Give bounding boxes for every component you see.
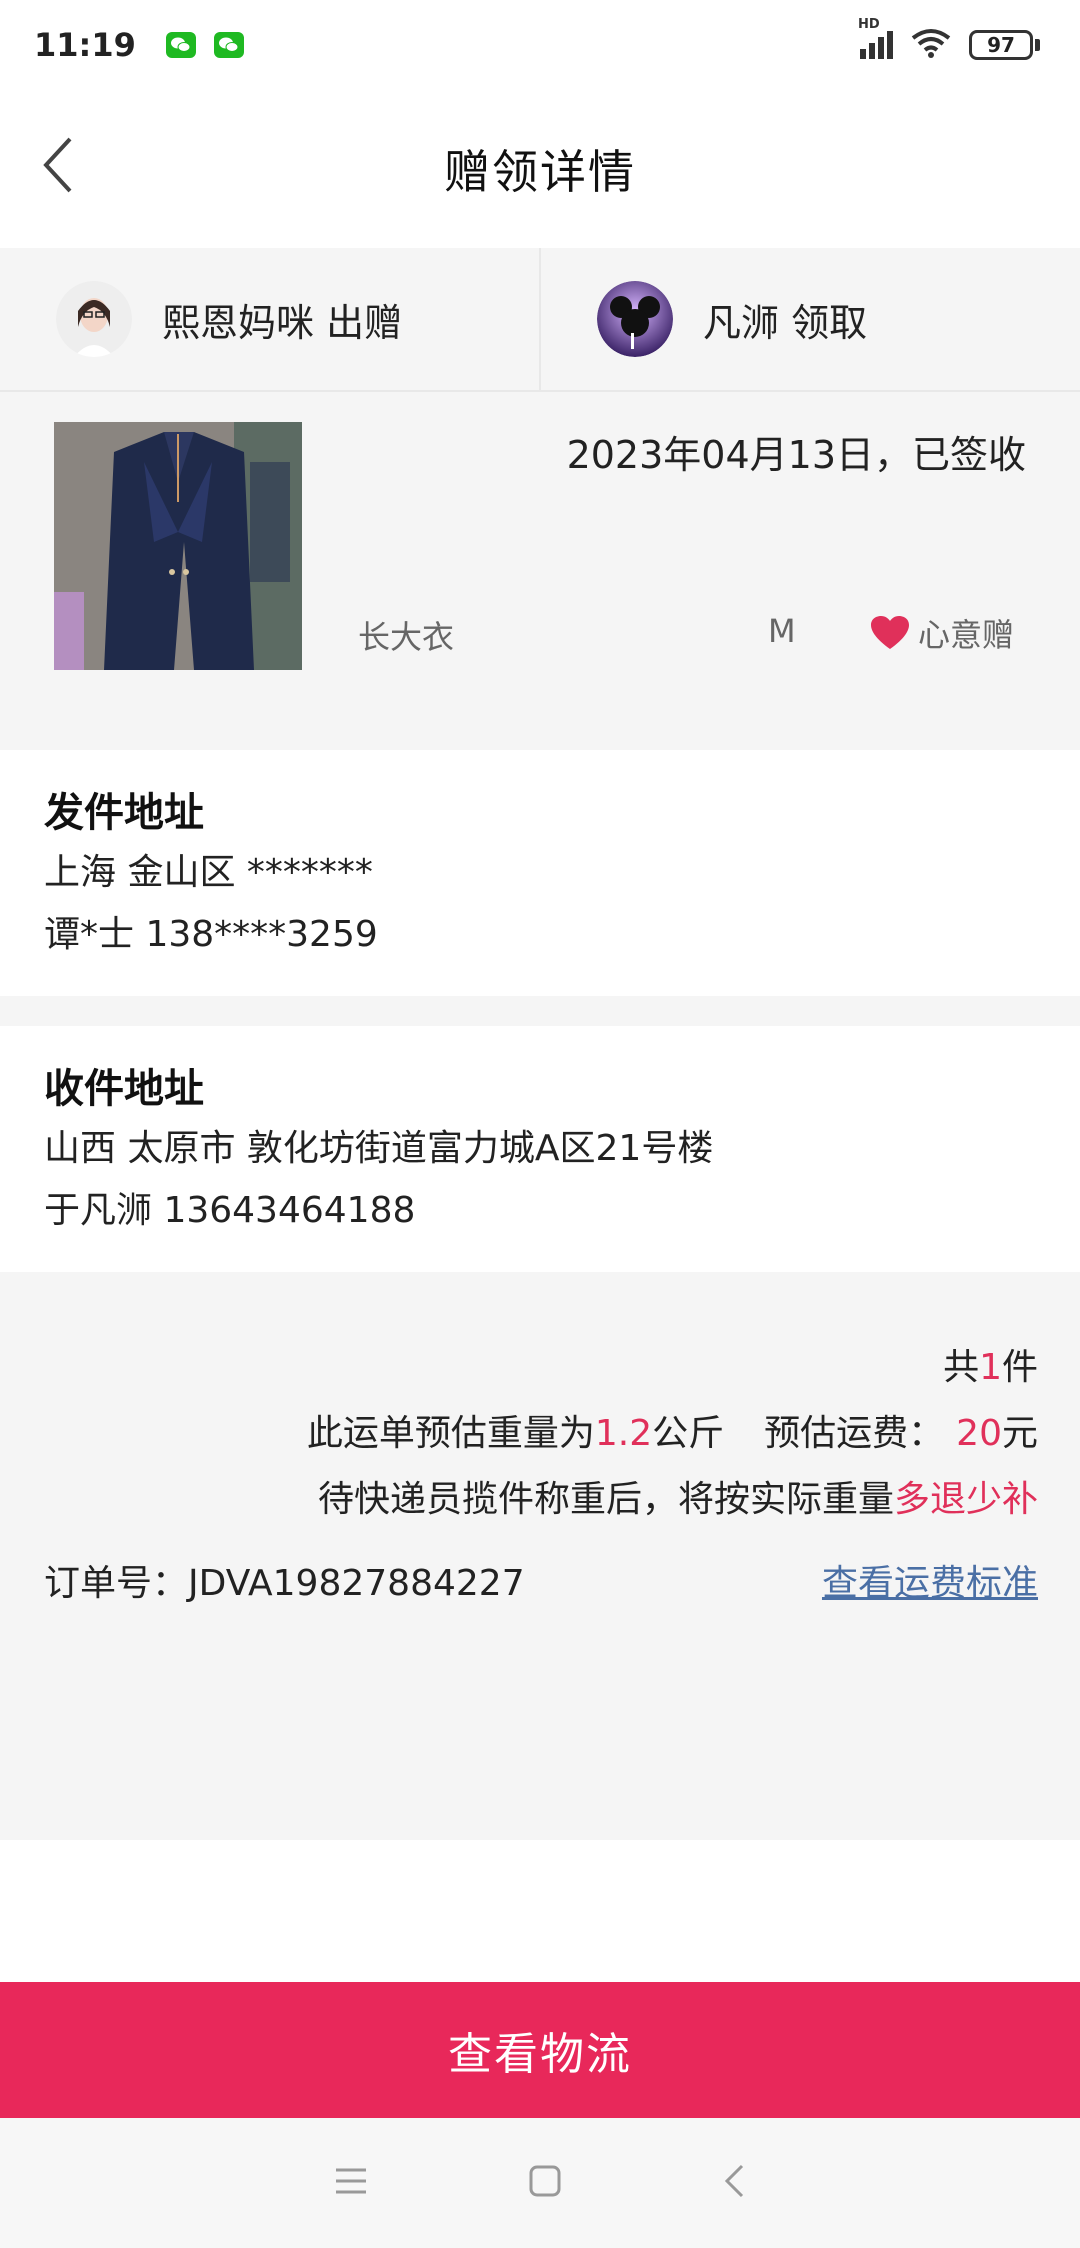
fee-prefix: 预估运费： [764,1413,945,1454]
status-left: 11:19 [34,26,244,64]
shipping-fee-panel: 共1件 此运单预估重量为1.2公斤 预估运费： 20元 待快递员揽件称重后，将按实际… [0,1272,1080,1840]
gift-summary-panel: 熙恩妈咪 出赠 凡浉 领取 2023年04月13日，已签收 长大衣 M 心意赠 [0,248,1080,750]
weight-notice: 待快递员揽件称重后，将按实际重量多退少补 [318,1470,1038,1522]
status-time: 11:19 [34,26,136,64]
wechat-icon [213,32,244,58]
back-icon[interactable] [722,2163,746,2203]
page-title: 赠领详情 [444,145,636,199]
sender-address-title: 发件地址 [44,790,204,836]
gift-type-badge: 心意赠 [870,610,1014,656]
notice-accent: 多退少补 [893,1479,1038,1520]
view-logistics-button[interactable]: 查看物流 [0,1982,1080,2118]
parties-row: 熙恩妈咪 出赠 凡浉 领取 [0,248,1080,392]
gift-type-label: 心意赠 [918,616,1015,654]
receiver-address-region: 山西 太原市 敦化坊街道富力城A区21号楼 [44,1128,714,1169]
sign-date-status: 2023年04月13日，已签收 [566,433,1026,477]
sender-contact: 谭*士 138****3259 [44,914,378,955]
receiver-card[interactable]: 凡浉 领取 [539,248,1080,390]
receiver-label: 凡浉 领取 [703,300,868,345]
back-button[interactable] [18,120,98,210]
weight-value: 1.2 [594,1413,653,1454]
item-count-suffix: 件 [1001,1347,1038,1388]
item-count: 共1件 [943,1338,1038,1390]
section-divider [0,996,1080,1026]
fee-unit: 元 [1001,1413,1038,1454]
item-photo[interactable] [54,422,302,670]
giver-label: 熙恩妈咪 出赠 [162,300,403,345]
status-right: HD 97 [858,17,1040,62]
nav-bar: 赠领详情 [0,90,1080,248]
receiver-contact: 于凡浉 13643464188 [44,1190,416,1231]
fee-value: 20 [956,1413,1002,1454]
system-nav-bar [0,2118,1080,2248]
item-name: 长大衣 [358,618,455,656]
weight-unit: 公斤 [652,1413,725,1454]
sender-address-region: 上海 金山区 ******* [44,852,373,893]
sender-address-section: 发件地址 上海 金山区 ******* 谭*士 138****3259 [0,750,1080,996]
receiver-address-title: 收件地址 [44,1066,204,1112]
fee-standard-link[interactable]: 查看运费标准 [822,1554,1038,1606]
signal-icon: HD [858,17,893,59]
item-count-value: 1 [979,1347,1002,1388]
wifi-icon [911,28,951,62]
network-label: HD [858,17,880,32]
battery-level: 97 [969,30,1033,60]
item-count-prefix: 共 [943,1347,980,1388]
giver-avatar[interactable] [56,281,132,357]
chevron-left-icon [43,137,72,193]
home-icon[interactable] [528,2164,562,2202]
menu-icon[interactable] [334,2166,368,2200]
giver-card[interactable]: 熙恩妈咪 出赠 [0,248,539,390]
order-number: 订单号：JDVA19827884227 [44,1563,525,1604]
weight-prefix: 此运单预估重量为 [306,1413,595,1454]
notice-prefix: 待快递员揽件称重后，将按实际重量 [317,1479,894,1520]
receiver-address-section: 收件地址 山西 太原市 敦化坊街道富力城A区21号楼 于凡浉 136434641… [0,1026,1080,1272]
receiver-avatar[interactable] [597,281,673,357]
order-row: 订单号：JDVA19827884227 查看运费标准 [44,1554,1038,1606]
battery-icon: 97 [969,30,1040,60]
weight-fee-line: 此运单预估重量为1.2公斤 预估运费： 20元 [307,1404,1038,1456]
wechat-icon [165,32,196,58]
heart-icon [871,616,909,649]
item-size: M [768,612,796,650]
status-bar: 11:19 HD 97 [0,0,1080,90]
item-row[interactable]: 2023年04月13日，已签收 长大衣 M 心意赠 [0,392,1080,750]
